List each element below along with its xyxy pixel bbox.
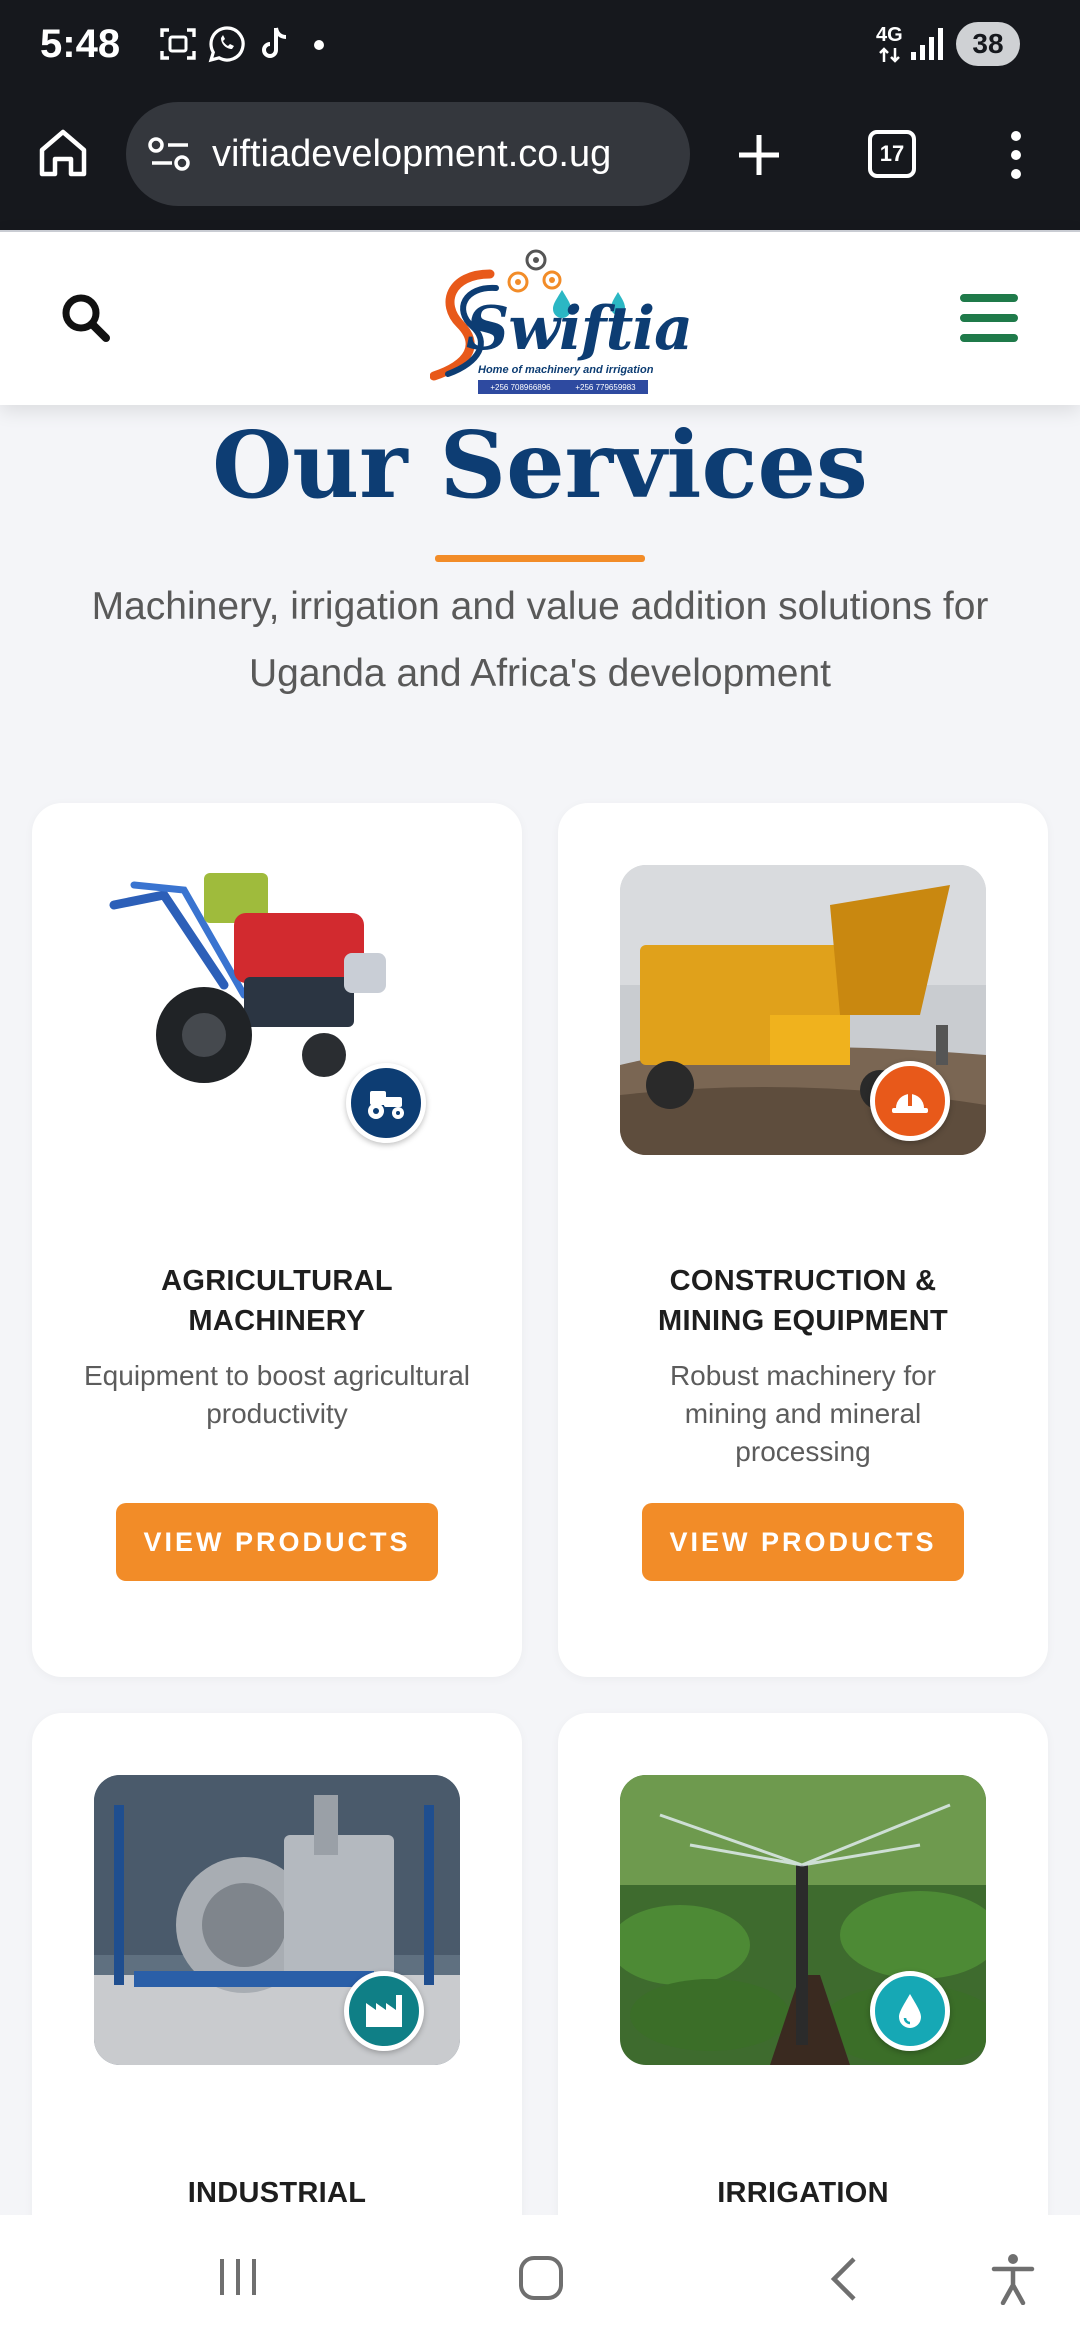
hard-hat-icon xyxy=(892,1092,928,1113)
browser-toolbar: viftiadevelopment.co.ug 17 xyxy=(0,88,1080,230)
back-icon[interactable] xyxy=(828,2255,858,2303)
card-description: Robust machinery for mining and mineral … xyxy=(669,1360,937,1467)
card-title: IRRIGATION xyxy=(717,2177,889,2209)
logo-wordmark: Swiftia xyxy=(466,294,693,364)
accessibility-icon[interactable] xyxy=(990,2253,1036,2305)
service-card-irrigation[interactable]: IRRIGATION xyxy=(558,1713,1048,2215)
status-time: 5:48 xyxy=(40,22,121,66)
view-products-button[interactable]: VIEW PRODUCTS xyxy=(116,1503,438,1581)
network-label: 4G xyxy=(876,24,903,46)
service-card-agricultural[interactable]: AGRICULTURAL MACHINERY Equipment to boos… xyxy=(32,803,522,1677)
address-bar[interactable]: viftiadevelopment.co.ug xyxy=(126,102,690,206)
logo-tagline: Home of machinery and irrigation xyxy=(478,364,654,376)
section-subtitle: Machinery, irrigation and value addition… xyxy=(91,585,989,695)
site-settings-icon[interactable] xyxy=(148,136,192,172)
signal-icon xyxy=(911,28,943,60)
factory-icon xyxy=(366,1995,402,2027)
battery-indicator: 38 xyxy=(956,22,1020,66)
home-icon[interactable] xyxy=(36,126,90,180)
card-title: AGRICULTURAL MACHINERY xyxy=(161,1265,393,1337)
tractor-badge xyxy=(346,1063,426,1143)
recent-apps-icon[interactable] xyxy=(216,2257,260,2297)
hamburger-menu-icon[interactable] xyxy=(958,290,1020,346)
factory-badge xyxy=(344,1971,424,2051)
status-bar: 5:48 4G 38 xyxy=(0,0,1080,88)
site-header: Swiftia Home of machinery and irrigation… xyxy=(0,230,1080,405)
dot-icon xyxy=(314,40,324,50)
system-nav-bar xyxy=(0,2215,1080,2340)
card-title: CONSTRUCTION & MINING EQUIPMENT xyxy=(658,1265,948,1337)
site-logo[interactable]: Swiftia Home of machinery and irrigation… xyxy=(430,244,693,394)
service-card-construction[interactable]: CONSTRUCTION & MINING EQUIPMENT Robust m… xyxy=(558,803,1048,1677)
logo-phone-2: +256 779659983 xyxy=(575,382,636,392)
tab-switcher-button[interactable]: 17 xyxy=(868,130,916,178)
card-description: Equipment to boost agricultural producti… xyxy=(84,1360,470,1429)
battery-level: 38 xyxy=(972,28,1004,59)
home-button-icon[interactable] xyxy=(518,2255,564,2301)
tab-count: 17 xyxy=(879,141,905,166)
page-content: Our Services Machinery, irrigation and v… xyxy=(0,405,1080,2215)
more-options-icon[interactable] xyxy=(1004,128,1028,182)
screenshot-icon xyxy=(160,28,196,60)
tiktok-icon xyxy=(262,27,287,58)
data-arrows-icon xyxy=(879,47,900,63)
hard-hat-badge xyxy=(870,1061,950,1141)
logo-phone-1: +256 708966896 xyxy=(490,382,551,392)
whatsapp-icon xyxy=(208,26,245,63)
logo-contact-strip: +256 708966896 +256 779659983 xyxy=(478,380,648,394)
card-title: INDUSTRIAL xyxy=(187,2177,367,2209)
section-title: Our Services xyxy=(212,411,868,519)
view-products-button[interactable]: VIEW PRODUCTS xyxy=(642,1503,964,1581)
water-drop-badge xyxy=(870,1971,950,2051)
search-icon[interactable] xyxy=(60,292,112,344)
service-card-industrial[interactable]: INDUSTRIAL xyxy=(32,1713,522,2215)
new-tab-icon[interactable] xyxy=(736,132,782,178)
tractor-icon xyxy=(368,1091,404,1119)
water-drop-icon xyxy=(899,1994,921,2028)
url-text[interactable]: viftiadevelopment.co.ug xyxy=(212,128,611,180)
title-underline xyxy=(435,555,645,562)
